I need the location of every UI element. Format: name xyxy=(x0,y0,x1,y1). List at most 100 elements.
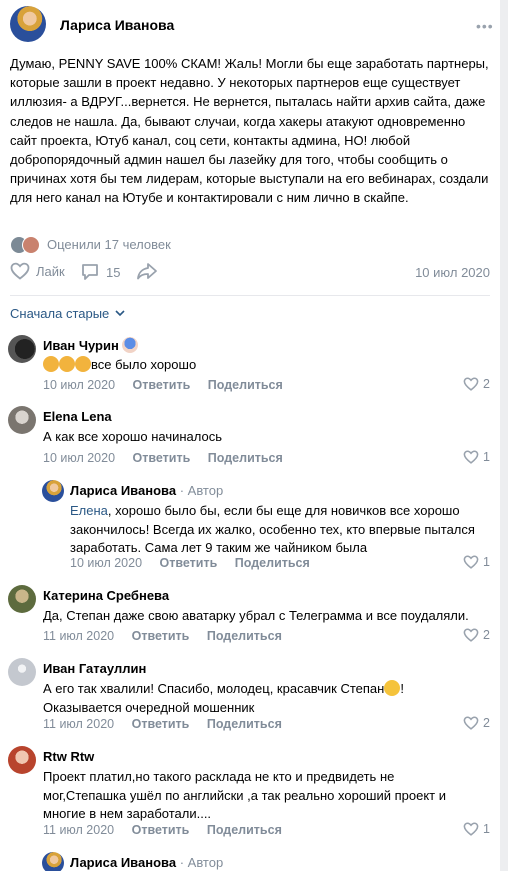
commenter-avatar[interactable] xyxy=(8,746,36,774)
comment-text: А его так хвалили! Спасибо, молодец, кра… xyxy=(43,680,443,717)
comment-date[interactable]: 11 июл 2020 xyxy=(43,823,114,837)
heart-icon xyxy=(463,628,479,642)
reply-comment: Лариса Иванова · Автор Елена, хорошо был… xyxy=(0,478,500,573)
comment-like-button[interactable]: 2 xyxy=(463,716,490,730)
comment-date[interactable]: 11 июл 2020 xyxy=(43,717,114,731)
comment-like-button[interactable]: 1 xyxy=(463,555,490,569)
sort-dropdown[interactable]: Сначала старые xyxy=(10,306,125,321)
post-author-name[interactable]: Лариса Иванова xyxy=(60,17,174,33)
heart-icon xyxy=(463,716,479,730)
share-link[interactable]: Поделиться xyxy=(207,717,282,731)
chevron-down-icon xyxy=(115,310,125,317)
comments-button[interactable]: 15 xyxy=(80,262,120,282)
comment-text: Елена, хорошо было бы, если бы еще для н… xyxy=(70,502,485,558)
sort-label: Сначала старые xyxy=(10,306,110,321)
commenter-name[interactable]: Лариса Иванова · Автор xyxy=(70,855,223,870)
person-emoji-icon xyxy=(43,356,59,372)
comment-text-body: А его так хвалили! Спасибо, молодец, кра… xyxy=(43,681,385,696)
commenter-name-text: Лариса Иванова xyxy=(70,855,177,870)
commenter-name[interactable]: Иван Гатауллин xyxy=(43,661,146,676)
commenter-avatar[interactable] xyxy=(8,585,36,613)
heart-icon xyxy=(463,377,479,391)
heart-icon xyxy=(10,262,30,280)
reply-link[interactable]: Ответить xyxy=(160,556,218,570)
comment-date[interactable]: 10 июл 2020 xyxy=(70,556,142,570)
reply-link[interactable]: Ответить xyxy=(132,629,190,643)
commenter-name[interactable]: Rtw Rtw xyxy=(43,749,94,764)
comment-meta: 11 июл 2020 Ответить Поделиться xyxy=(43,823,282,837)
like-label: Лайк xyxy=(36,263,65,279)
reply-link[interactable]: Ответить xyxy=(133,378,191,392)
commenter-name[interactable]: Лариса Иванова · Автор xyxy=(70,483,223,498)
comment-text: Да, Степан даже свою аватарку убрал с Те… xyxy=(43,608,469,623)
comment-like-button[interactable]: 1 xyxy=(463,822,490,836)
grinning-emoji-icon xyxy=(384,680,401,696)
reply-link[interactable]: Ответить xyxy=(132,823,190,837)
mention-link[interactable]: Елена xyxy=(70,503,108,518)
commenter-name-text: Лариса Иванова xyxy=(70,483,177,498)
comment-text: А как все хорошо начиналось xyxy=(43,429,223,444)
commenter-name[interactable]: Катерина Сребнева xyxy=(43,588,169,603)
comment-meta: 10 июл 2020 Ответить Поделиться xyxy=(43,451,283,465)
comment: Иван Чурин все было хорошо 10 июл 2020 О… xyxy=(0,331,500,396)
post-card: Лариса Иванова ••• Думаю, PENNY SAVE 100… xyxy=(0,0,500,871)
author-tag: · Автор xyxy=(179,855,224,870)
share-link[interactable]: Поделиться xyxy=(208,451,283,465)
share-link[interactable]: Поделиться xyxy=(207,823,282,837)
author-avatar[interactable] xyxy=(10,6,46,42)
comment-like-count: 2 xyxy=(483,377,490,391)
badge-icon xyxy=(122,337,139,353)
share-link[interactable]: Поделиться xyxy=(207,629,282,643)
reactor-avatar xyxy=(22,236,40,254)
share-icon xyxy=(137,263,157,280)
commenter-avatar[interactable] xyxy=(42,480,64,502)
author-tag: · Автор xyxy=(179,483,224,498)
heart-icon xyxy=(463,822,479,836)
comment: Иван Гатауллин А его так хвалили! Спасиб… xyxy=(0,656,500,736)
comment-text: Проект платил,но такого расклада не кто … xyxy=(43,769,447,821)
commenter-name[interactable]: Elena Lena xyxy=(43,409,112,424)
share-link[interactable]: Поделиться xyxy=(235,556,310,570)
share-link[interactable]: Поделиться xyxy=(208,378,283,392)
post-body: Думаю, PENNY SAVE 100% СКАМ! Жаль! Могли… xyxy=(10,56,489,206)
person-emoji-icon xyxy=(75,356,91,372)
commenter-avatar[interactable] xyxy=(8,335,36,363)
share-button[interactable] xyxy=(136,262,158,280)
heart-icon xyxy=(463,555,479,569)
commenter-avatar[interactable] xyxy=(42,852,64,871)
person-emoji-icon xyxy=(59,356,75,372)
reply-link[interactable]: Ответить xyxy=(133,451,191,465)
comment-meta: 10 июл 2020 Ответить Поделиться xyxy=(70,556,310,570)
comment: Rtw Rtw Проект платил,но такого расклада… xyxy=(0,744,500,844)
rated-count: Оценили 17 человек xyxy=(47,237,171,252)
comment-like-button[interactable]: 2 xyxy=(463,628,490,642)
comment-like-count: 1 xyxy=(483,555,490,569)
commenter-name[interactable]: Иван Чурин xyxy=(43,337,139,353)
comment-meta: 11 июл 2020 Ответить Поделиться xyxy=(43,717,282,731)
commenter-avatar[interactable] xyxy=(8,658,36,686)
post-text: Думаю, PENNY SAVE 100% СКАМ! Жаль! Могли… xyxy=(10,54,494,208)
reply-comment: Лариса Иванова · Автор xyxy=(0,850,500,871)
comment-text-body: все было хорошо xyxy=(91,357,197,372)
commenter-name-text: Иван Чурин xyxy=(43,338,119,353)
comment-icon xyxy=(82,264,98,280)
comment-like-button[interactable]: 2 xyxy=(463,377,490,391)
like-button[interactable]: Лайк xyxy=(10,262,65,280)
post-header: Лариса Иванова ••• xyxy=(10,6,493,46)
more-options-icon[interactable]: ••• xyxy=(476,18,494,34)
comment-date[interactable]: 10 июл 2020 xyxy=(43,451,115,465)
comment-text-body: , хорошо было бы, если бы еще для новичк… xyxy=(70,503,475,555)
comment-text: все было хорошо xyxy=(43,356,483,375)
post-date[interactable]: 10 июл 2020 xyxy=(415,265,490,280)
commenter-avatar[interactable] xyxy=(8,406,36,434)
comment: Катерина Сребнева Да, Степан даже свою а… xyxy=(0,583,500,648)
post-actions: Лайк 15 10 июл 2020 xyxy=(10,262,490,286)
comment-like-count: 1 xyxy=(483,450,490,464)
comment-like-button[interactable]: 1 xyxy=(463,450,490,464)
comment: Elena Lena А как все хорошо начиналось 1… xyxy=(0,404,500,474)
comment-date[interactable]: 11 июл 2020 xyxy=(43,629,114,643)
comment-like-count: 2 xyxy=(483,716,490,730)
reply-link[interactable]: Ответить xyxy=(132,717,190,731)
comment-meta: 11 июл 2020 Ответить Поделиться xyxy=(43,629,282,643)
comment-date[interactable]: 10 июл 2020 xyxy=(43,378,115,392)
